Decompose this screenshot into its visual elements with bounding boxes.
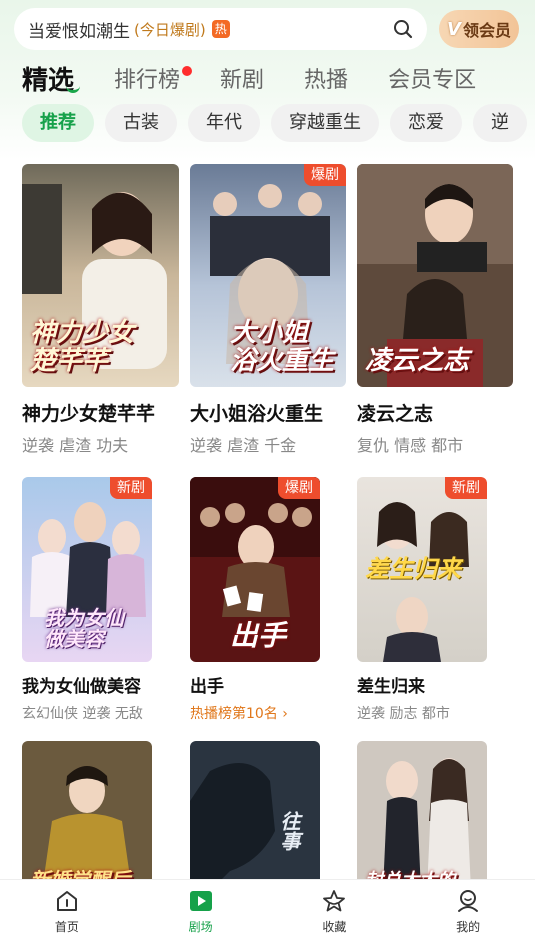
tab-vip-zone[interactable]: 会员专区 (388, 62, 476, 94)
poster-title: 我为女仙 做美容 (44, 606, 124, 651)
get-vip-button[interactable]: V 领会员 (439, 10, 519, 48)
drama-tags: 复仇 情感 都市 (357, 436, 464, 455)
tab-ranking[interactable]: 排行榜 (114, 62, 193, 94)
red-dot-indicator (182, 66, 193, 76)
search-query-suffix: (今日爆剧) (134, 20, 206, 39)
genre-chip-more[interactable]: 逆 (473, 104, 527, 142)
genre-chip-romance[interactable]: 恋爱 (390, 104, 462, 142)
tab-hot[interactable]: 热播 (304, 62, 348, 94)
drama-title: 大小姐浴火重生 (190, 403, 324, 425)
hot-drama-badge: 爆剧 (278, 477, 320, 499)
poster-title: 差生归来 (365, 555, 461, 583)
drama-poster[interactable]: 新剧 差生归来 (357, 477, 487, 662)
drama-card[interactable]: 爆剧 大小姐 浴火重生 大小姐浴火重生 逆袭 虐渣 千金 (190, 164, 346, 456)
drama-poster[interactable]: 神力少女 楚芊芊 (22, 164, 179, 387)
search-icon[interactable] (393, 19, 413, 39)
drama-card[interactable]: 凌云之志 凌云之志 复仇 情感 都市 (357, 164, 513, 456)
drama-poster[interactable]: 爆剧 出手 (190, 477, 320, 662)
drama-card[interactable]: 神力少女 楚芊芊 神力少女楚芊芊 逆袭 虐渣 功夫 (22, 164, 179, 456)
nav-profile-label: 我的 (456, 920, 481, 934)
genre-chip-recommended[interactable]: 推荐 (22, 104, 94, 142)
drama-tags: 玄幻仙侠 逆袭 无敌 (22, 706, 143, 722)
drama-title: 凌云之志 (357, 403, 434, 425)
drama-tags: 逆袭 励志 都市 (357, 706, 450, 722)
drama-poster[interactable]: 凌云之志 (357, 164, 513, 387)
drama-tags: 逆袭 虐渣 千金 (190, 436, 297, 455)
poster-title: 神力少女 楚芊芊 (30, 318, 135, 376)
poster-title: 往事 (277, 811, 301, 851)
drama-tags: 逆袭 虐渣 功夫 (22, 436, 129, 455)
star-icon (323, 890, 346, 912)
drama-card[interactable]: 往事 (190, 741, 320, 891)
new-drama-badge: 新剧 (445, 477, 487, 499)
drama-card[interactable]: 新剧 我为女仙 做美容 我为女仙做美容 玄幻仙侠 逆袭 无敌 (22, 477, 152, 723)
drama-poster[interactable]: 封总太太的 (357, 741, 487, 891)
drama-card[interactable]: 爆剧 出手 出手 热播榜第10名 › (190, 477, 320, 723)
nav-home[interactable]: 首页 (0, 880, 134, 951)
drama-poster[interactable]: 新婚觉醒后 (22, 741, 152, 891)
genre-chip-era[interactable]: 年代 (188, 104, 260, 142)
nav-home-label: 首页 (54, 920, 79, 934)
poster-title: 大小姐 浴火重生 (230, 318, 335, 376)
home-icon (56, 891, 77, 911)
drama-card[interactable]: 封总太太的 (357, 741, 487, 891)
nav-theater[interactable]: 剧场 (134, 880, 268, 951)
profile-icon (458, 890, 479, 912)
ranking-link[interactable]: 热播榜第10名 › (190, 703, 320, 723)
theater-play-icon (189, 891, 212, 911)
drama-title: 差生归来 (357, 677, 425, 697)
drama-poster[interactable]: 新剧 我为女仙 做美容 (22, 477, 152, 662)
drama-card[interactable]: 新剧 差生归来 差生归来 逆袭 励志 都市 (357, 477, 487, 723)
nav-favorites-label: 收藏 (322, 920, 347, 934)
drama-title: 神力少女楚芊芊 (22, 403, 156, 425)
new-hot-badge: 爆剧 (304, 164, 346, 186)
bottom-navigation: 首页 剧场 收藏 我的 (0, 879, 535, 951)
get-vip-label: 领会员 (462, 21, 511, 40)
genre-chip-costume[interactable]: 古装 (105, 104, 177, 142)
new-drama-badge: 新剧 (110, 477, 152, 499)
drama-poster[interactable]: 爆剧 大小姐 浴火重生 (190, 164, 346, 387)
drama-title: 出手 (190, 677, 224, 697)
search-query-text: 当爱恨如潮生 (28, 21, 130, 42)
poster-image (357, 741, 487, 891)
drama-title: 我为女仙做美容 (22, 677, 141, 697)
poster-title: 凌云之志 (365, 345, 470, 376)
tab-new-dramas[interactable]: 新剧 (220, 62, 264, 94)
search-bar[interactable]: 当爱恨如潮生 (今日爆剧) 热 (14, 8, 427, 50)
main-tabs: 精选 排行榜 新剧 热播 会员专区 (22, 58, 516, 98)
tab-featured[interactable]: 精选 (22, 60, 81, 97)
genre-chips: 推荐 古装 年代 穿越重生 恋爱 逆 (22, 104, 535, 144)
genre-chip-time-travel[interactable]: 穿越重生 (271, 104, 379, 142)
nav-favorites[interactable]: 收藏 (268, 880, 402, 951)
nav-theater-label: 剧场 (188, 920, 213, 934)
nav-profile[interactable]: 我的 (401, 880, 535, 951)
drama-poster[interactable]: 往事 (190, 741, 320, 891)
poster-title: 出手 (230, 618, 287, 652)
hot-badge: 热 (211, 20, 230, 38)
drama-card[interactable]: 新婚觉醒后 (22, 741, 152, 891)
vip-icon: V (447, 18, 461, 40)
